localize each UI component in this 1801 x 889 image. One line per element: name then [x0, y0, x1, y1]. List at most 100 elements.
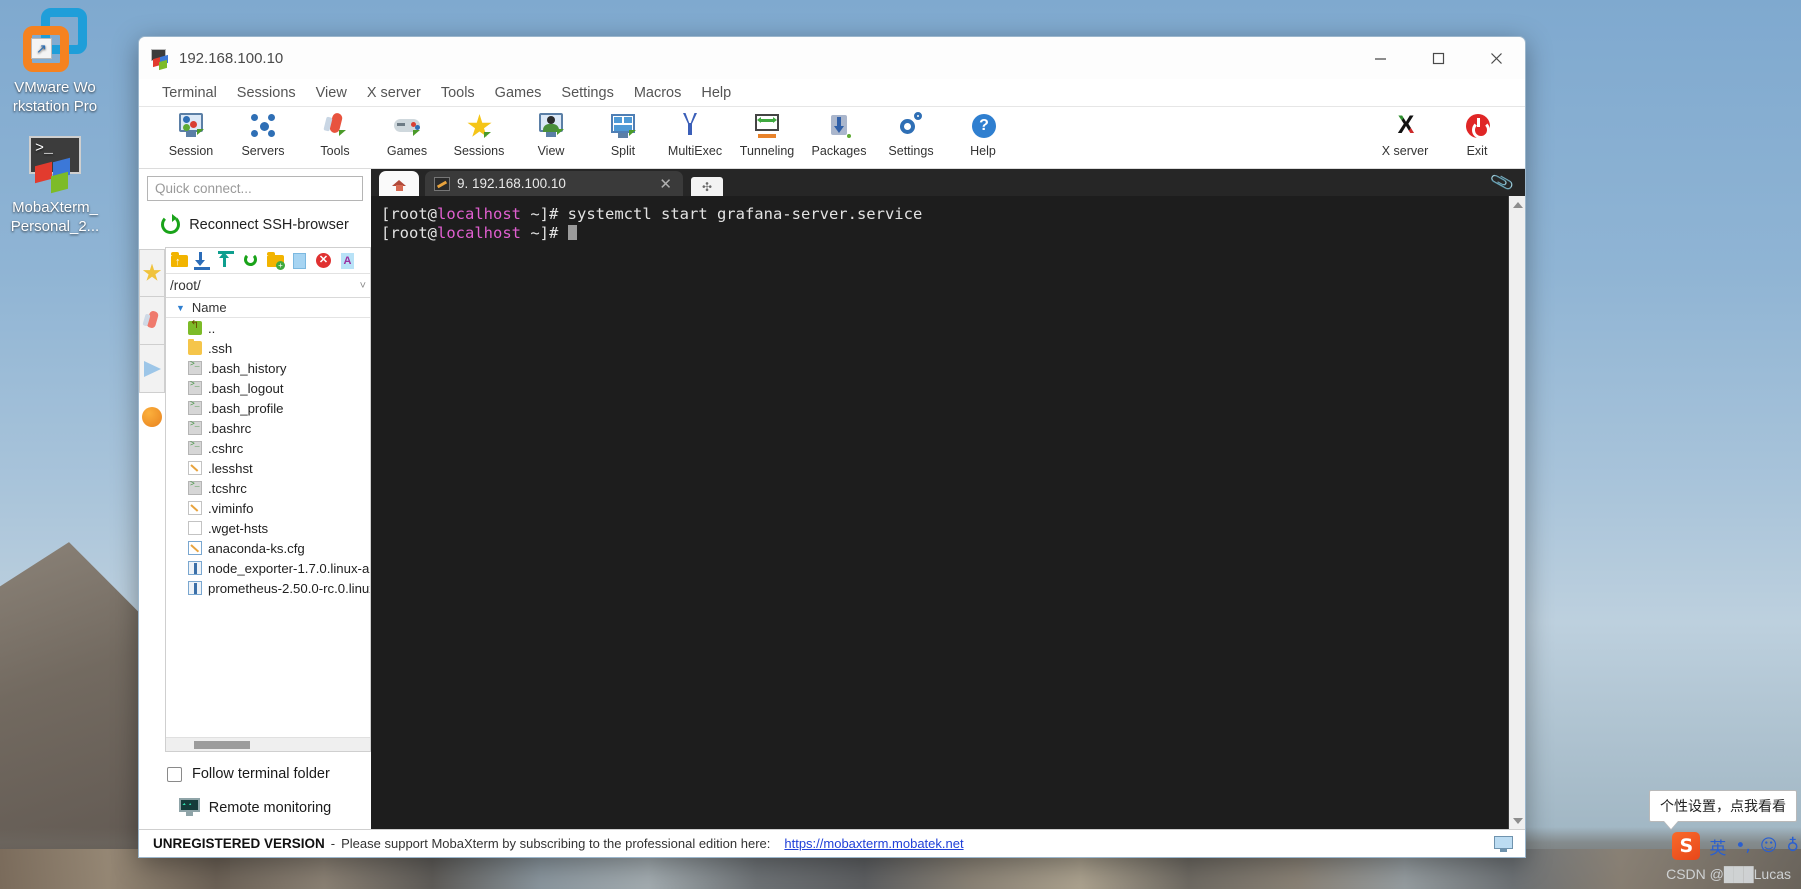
file-name: .viminfo: [208, 500, 254, 516]
title-bar: 192.168.100.10: [139, 37, 1525, 79]
sftp-path-row[interactable]: /root/ ˅: [166, 274, 370, 298]
tunneling-icon: [752, 111, 782, 141]
minimize-button[interactable]: [1351, 37, 1409, 79]
list-item[interactable]: .tcshrc: [166, 478, 370, 498]
list-item[interactable]: .bashrc: [166, 418, 370, 438]
sftp-file-list[interactable]: .. .ssh .bash_history .bash_logout .bash…: [166, 318, 370, 737]
remote-monitoring-button[interactable]: Remote monitoring: [139, 788, 371, 829]
list-item[interactable]: .cshrc: [166, 438, 370, 458]
toolbar-servers[interactable]: Servers: [227, 109, 299, 158]
toolbar-settings[interactable]: Settings: [875, 109, 947, 158]
sidebar-footer: Follow terminal folder Remote monitoring: [139, 752, 371, 829]
list-item[interactable]: .lesshst: [166, 458, 370, 478]
toolbar-tunneling[interactable]: Tunneling: [731, 109, 803, 158]
toolbar-split-label: Split: [610, 144, 636, 158]
menu-tools[interactable]: Tools: [431, 83, 485, 103]
prompt-close: ~]#: [521, 224, 568, 242]
sftp-new-file-button[interactable]: [289, 250, 310, 271]
toolbar-games[interactable]: Games: [371, 109, 443, 158]
sidebar-tab-send[interactable]: [139, 345, 165, 393]
sftp-path-input[interactable]: /root/: [170, 278, 356, 293]
new-tab-button[interactable]: ✣: [691, 177, 723, 196]
list-item[interactable]: .viminfo: [166, 498, 370, 518]
ime-emoji-icon[interactable]: ☺: [1760, 836, 1778, 856]
close-icon[interactable]: ✕: [654, 175, 677, 193]
menu-sessions[interactable]: Sessions: [227, 83, 306, 103]
terminal-vertical-scrollbar[interactable]: [1508, 196, 1525, 829]
list-item[interactable]: .bash_logout: [166, 378, 370, 398]
terminal-output[interactable]: [root@localhost ~]# systemctl start graf…: [371, 196, 1508, 829]
sftp-delete-button[interactable]: ✕: [313, 250, 334, 271]
toolbar-split[interactable]: Split: [587, 109, 659, 158]
toolbar-help[interactable]: ? Help: [947, 109, 1019, 158]
sftp-upload-button[interactable]: [217, 250, 238, 271]
toolbar-packages[interactable]: Packages: [803, 109, 875, 158]
sftp-horizontal-scrollbar[interactable]: [166, 737, 370, 751]
chevron-down-icon[interactable]: ˅: [356, 280, 366, 292]
mobaxterm-logo-icon: >_: [23, 128, 87, 194]
toolbar-tools[interactable]: Tools: [299, 109, 371, 158]
sftp-column-header[interactable]: ▼ Name: [166, 298, 370, 318]
sidebar-tab-bookmarks[interactable]: [139, 249, 165, 297]
list-item[interactable]: prometheus-2.50.0-rc.0.linux-a: [166, 578, 370, 598]
file-name: .wget-hsts: [208, 520, 269, 536]
list-item[interactable]: .wget-hsts: [166, 518, 370, 538]
menu-games[interactable]: Games: [485, 83, 552, 103]
sftp-refresh-button[interactable]: [241, 250, 262, 271]
toolbar-sessions[interactable]: Sessions: [443, 109, 515, 158]
ime-punctuation-toggle[interactable]: •,: [1735, 836, 1750, 856]
menu-macros[interactable]: Macros: [624, 83, 692, 103]
ime-voice-icon[interactable]: ♁: [1787, 836, 1799, 856]
menu-help[interactable]: Help: [691, 83, 741, 103]
toolbar-exit[interactable]: Exit: [1441, 109, 1513, 158]
sftp-text-mode-button[interactable]: A: [337, 250, 358, 271]
sftp-download-button[interactable]: [193, 250, 214, 271]
quick-connect-input[interactable]: Quick connect...: [147, 176, 363, 201]
sogou-logo-icon[interactable]: S: [1672, 832, 1701, 860]
sidebar-tab-tools[interactable]: [139, 297, 165, 345]
list-item[interactable]: anaconda-ks.cfg: [166, 538, 370, 558]
list-item[interactable]: node_exporter-1.7.0.linux-amd: [166, 558, 370, 578]
menu-view[interactable]: View: [306, 83, 357, 103]
scroll-down-icon[interactable]: [1509, 812, 1525, 829]
maximize-button[interactable]: [1409, 37, 1467, 79]
paperclip-icon[interactable]: 📎: [1489, 170, 1516, 196]
desktop-icon-vmware[interactable]: ↗ VMware Wo rkstation Pro: [0, 8, 110, 116]
home-icon: [391, 177, 407, 191]
tab-home[interactable]: [379, 171, 419, 196]
list-item[interactable]: ..: [166, 318, 370, 338]
list-item[interactable]: .ssh: [166, 338, 370, 358]
desktop-icon-vmware-label-line1: VMware Wo: [14, 79, 96, 96]
menu-settings[interactable]: Settings: [551, 83, 623, 103]
shell-file-icon: [188, 360, 202, 375]
toolbar-view[interactable]: View: [515, 109, 587, 158]
toolbar-multiexec[interactable]: MultiExec: [659, 109, 731, 158]
file-name: anaconda-ks.cfg: [208, 540, 305, 556]
checkbox-box[interactable]: [167, 766, 182, 782]
toolbar-session[interactable]: Session: [155, 109, 227, 158]
file-name: .bashrc: [208, 420, 252, 436]
sftp-parent-folder-button[interactable]: ↑: [169, 250, 190, 271]
list-item[interactable]: .bash_history: [166, 358, 370, 378]
follow-terminal-folder-checkbox[interactable]: Follow terminal folder: [139, 762, 371, 788]
list-item[interactable]: .bash_profile: [166, 398, 370, 418]
scrollbar-thumb[interactable]: [194, 741, 250, 749]
mobatek-link[interactable]: https://mobaxterm.mobatek.net: [784, 836, 963, 851]
sftp-new-folder-button[interactable]: +: [265, 250, 286, 271]
sftp-section: ↑ + ✕ A /root/ ˅ ▼ Name ↰ .. .ssh >_ .ba…: [139, 247, 371, 752]
unregistered-label: UNREGISTERED VERSION: [153, 836, 325, 851]
close-button[interactable]: [1467, 37, 1525, 79]
scroll-up-icon[interactable]: [1509, 196, 1525, 213]
toolbar-games-label: Games: [386, 144, 428, 158]
menu-terminal[interactable]: Terminal: [152, 83, 227, 103]
follow-terminal-folder-label: Follow terminal folder: [192, 766, 330, 782]
toolbar-x-server[interactable]: X X server: [1369, 109, 1441, 159]
reconnect-ssh-browser-button[interactable]: Reconnect SSH-browser: [139, 201, 371, 247]
menu-x-server[interactable]: X server: [357, 83, 431, 103]
sidebar-tab-macros[interactable]: [139, 393, 165, 441]
ime-language-toggle[interactable]: 英: [1709, 834, 1726, 859]
display-status-icon[interactable]: [1494, 835, 1513, 852]
desktop-icon-mobaxterm[interactable]: >_ MobaXterm_ Personal_2...: [0, 128, 110, 236]
tab-session-192-168-100-10[interactable]: 9. 192.168.100.10 ✕: [425, 171, 683, 196]
toolbar-packages-label: Packages: [811, 144, 867, 158]
